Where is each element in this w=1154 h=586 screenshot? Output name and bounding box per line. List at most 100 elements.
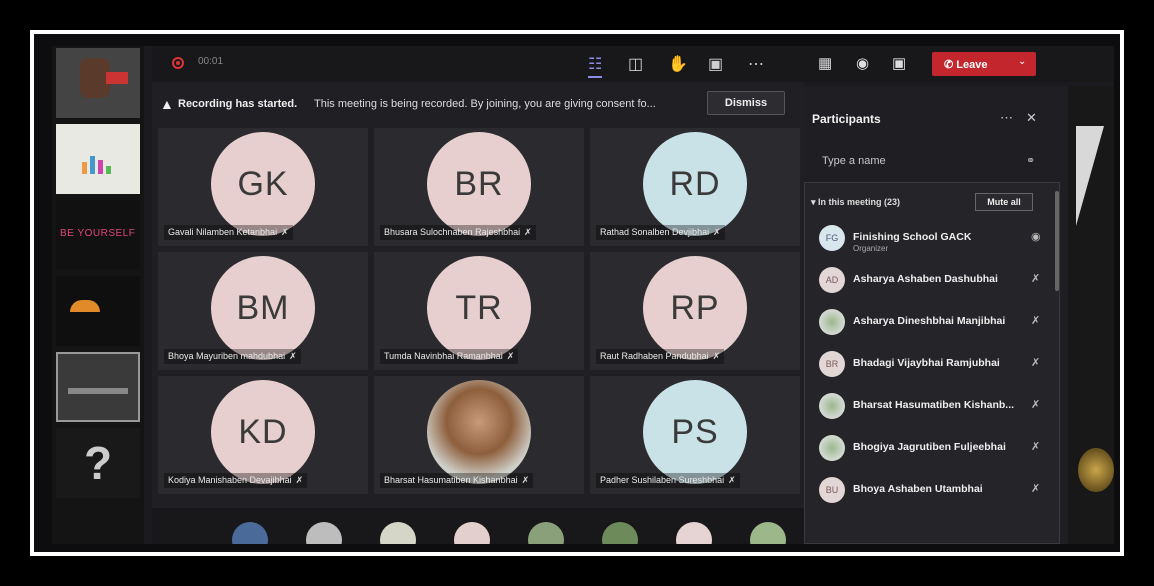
more-icon[interactable]: ⋯ [748,54,764,74]
warning-icon: ▲ [160,96,174,112]
teams-screen: BE YOURSELF ? 00:01 ☷ ◫ ✋ ▣ ⋯ ▲ Recordin… [52,46,1114,544]
umbrella-icon [70,300,100,312]
megaphone-icon [106,72,128,84]
participant-row[interactable]: BU Bhoya Ashaben Utambhai ✗ [809,473,1049,509]
participant-row[interactable]: Bharsat Hasumatiben Kishanb... ✗ [809,389,1049,425]
section-header[interactable]: ▾ In this meeting (23) [811,197,900,208]
recording-icon [172,57,184,69]
chat-icon[interactable]: ◫ [628,54,643,74]
participant-list: ▾ In this meeting (23) Mute all FG Finis… [804,182,1060,544]
slide-thumb-6[interactable]: ? [56,428,140,498]
participant-name-label: Padher Sushilaben Sureshbhai ✗ [596,473,740,488]
slide-thumb-1[interactable] [56,48,140,118]
people-icon[interactable]: ☷ [588,54,603,78]
small-avatar[interactable] [528,522,564,544]
participant-name-label: Rathad Sonalben Devjibhai ✗ [596,225,725,240]
share-screen-icon[interactable]: ▣ [892,54,906,72]
participant-row[interactable]: Bhogiya Jagrutiben Fuljeebhai ✗ [809,431,1049,467]
participant-name-label: Kodiya Manishaben Devajibhai ✗ [164,473,308,488]
dismiss-button[interactable]: Dismiss [707,91,785,115]
participant-tile[interactable]: GK Gavali Nilamben Ketanbhai ✗ [158,128,368,246]
slide-thumb-4[interactable] [56,276,140,346]
scrollbar[interactable] [1055,191,1059,291]
participant-role: Organizer [853,244,889,253]
banner-title: Recording has started. [178,98,298,110]
question-mark-icon: ? [84,437,113,489]
chevron-down-icon[interactable]: ⌄ [1018,56,1026,67]
small-avatar[interactable] [232,522,268,544]
participant-tile[interactable]: RP Raut Radhaben Pandubhai ✗ [590,252,800,370]
small-avatar[interactable] [380,522,416,544]
participant-tile[interactable]: Bharsat Hasumatiben Kishanbhai ✗ [374,376,584,494]
bar-chart-icon [82,154,114,174]
mic-off-icon: ✗ [713,227,721,237]
participant-row[interactable]: FG Finishing School GACK Organizer ◉ [809,221,1049,257]
microphone-icon: ◉ [1031,231,1041,243]
participant-name: Bhoya Mayuriben mahdubhai [168,351,286,361]
slide-strip: BE YOURSELF ? [52,46,144,544]
participant-avatar: FG [819,225,845,251]
share-link-icon[interactable]: ⚭ [1026,154,1035,167]
participant-avatar: PS [643,380,747,484]
participant-avatar: KD [211,380,315,484]
participant-tile[interactable]: BM Bhoya Mayuriben mahdubhai ✗ [158,252,368,370]
participant-row[interactable]: Asharya Dineshbhai Manjibhai ✗ [809,305,1049,341]
small-avatar[interactable] [602,522,638,544]
participant-name: Bharsat Hasumatiben Kishanb... [853,399,1015,411]
small-avatar[interactable] [676,522,712,544]
participant-name-label: Bharsat Hasumatiben Kishanbhai ✗ [380,473,534,488]
participant-photo [427,380,531,484]
emblem-icon [1078,448,1114,492]
small-avatar[interactable] [306,522,342,544]
more-options-icon[interactable]: ⋯ [1000,110,1013,126]
participant-row[interactable]: AD Asharya Ashaben Dashubhai ✗ [809,263,1049,299]
participant-tile[interactable]: RD Rathad Sonalben Devjibhai ✗ [590,128,800,246]
participant-avatar [819,393,845,419]
microphone-icon[interactable]: ◉ [856,54,869,72]
raise-hand-icon[interactable]: ✋ [668,54,688,74]
participant-tile[interactable]: TR Tumda Navinbhai Ramanbhai ✗ [374,252,584,370]
mic-off-icon: ✗ [506,351,515,361]
small-avatar[interactable] [750,522,786,544]
participants-panel: Participants ⋯ ✕ ⚭ ▾ In this meeting (23… [804,86,1068,544]
participant-avatar [819,309,845,335]
slide-line [68,388,128,394]
call-controls: ▦ ◉ ▣ ✆ Leave ⌄ [804,46,1114,82]
participant-avatar: TR [427,256,531,360]
participant-name: Bhadagi Vijaybhai Ramjubhai [853,357,1000,369]
mic-off-icon: ✗ [1031,441,1041,453]
close-icon[interactable]: ✕ [1026,110,1037,126]
search-input[interactable] [810,146,1054,176]
participant-avatar: BR [427,132,531,236]
participant-tile[interactable]: KD Kodiya Manishaben Devajibhai ✗ [158,376,368,494]
small-avatar[interactable] [454,522,490,544]
mic-off-icon: ✗ [1031,357,1041,369]
mic-off-icon: ✗ [1031,483,1041,495]
slide-thumb-5[interactable] [56,352,140,422]
participant-tile[interactable]: BR Bhusara Sulochnaben Rajeshbhai ✗ [374,128,584,246]
mic-off-icon: ✗ [712,351,721,361]
video-grid: GK Gavali Nilamben Ketanbhai ✗ BR Bhusara… [158,128,800,498]
participant-name: Bhusara Sulochnaben Rajeshbhai [384,227,521,237]
photo-frame: BE YOURSELF ? 00:01 ☷ ◫ ✋ ▣ ⋯ ▲ Recordin… [30,30,1124,556]
leave-label: Leave [956,58,988,71]
mute-all-button[interactable]: Mute all [975,193,1033,211]
participant-name-label: Bhusara Sulochnaben Rajeshbhai ✗ [380,225,536,240]
participant-avatar: BM [211,256,315,360]
share-icon[interactable]: ▣ [708,54,723,74]
slide-thumb-3[interactable]: BE YOURSELF [56,200,140,270]
camera-off-icon[interactable]: ▦ [818,54,832,72]
mic-off-icon: ✗ [289,351,297,361]
slide-thumb-2[interactable] [56,124,140,194]
overflow-avatars [152,508,804,544]
participant-name: Kodiya Manishaben Devajibhai [168,475,292,485]
participant-name-label: Bhoya Mayuriben mahdubhai ✗ [164,349,301,364]
participant-avatar: BU [819,477,845,503]
participant-tile[interactable]: PS Padher Sushilaben Sureshbhai ✗ [590,376,800,494]
participant-name-label: Gavali Nilamben Ketanbhai ✗ [164,225,293,240]
panel-title: Participants [812,112,881,126]
participant-name: Padher Sushilaben Sureshbhai [600,475,725,485]
participant-avatar: AD [819,267,845,293]
participant-row[interactable]: BR Bhadagi Vijaybhai Ramjubhai ✗ [809,347,1049,383]
meeting-topbar: 00:01 ☷ ◫ ✋ ▣ ⋯ [152,46,804,82]
